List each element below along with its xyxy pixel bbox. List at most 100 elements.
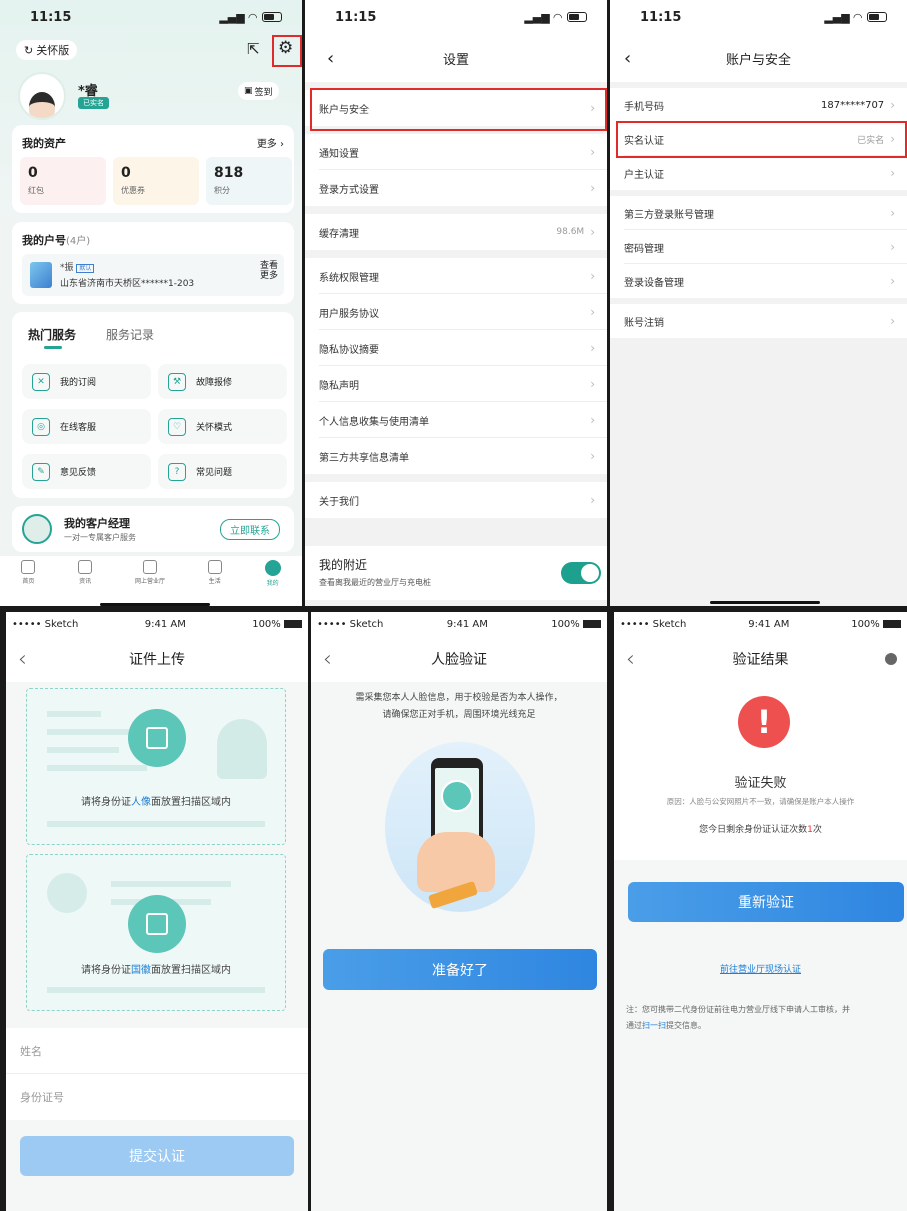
result-reason: 原因：人脸与公安网照片不一致，请确保是账户本人操作 <box>666 797 855 806</box>
ios-status-bar: ••••• Sketch 9:41 AM 100% <box>311 612 607 636</box>
battery-icon <box>262 12 282 22</box>
status-bar: 11:15 ▂▄▆ ◠ <box>305 0 607 34</box>
chevron-right-icon: › <box>590 449 595 463</box>
settings-row[interactable]: 用户服务协议 › <box>305 294 607 330</box>
retry-verify-button[interactable]: 重新验证 <box>628 882 904 922</box>
service-item[interactable]: ✎ 意见反馈 <box>22 454 151 489</box>
settings-row[interactable]: 第三方共享信息清单 › <box>305 438 607 474</box>
contact-now-button[interactable]: 立即联系 <box>220 519 280 540</box>
scan-emblem-icon <box>128 895 186 953</box>
settings-row[interactable]: 登录方式设置 › <box>305 170 607 206</box>
chevron-right-icon: › <box>590 269 595 283</box>
settings-row[interactable]: 关于我们 › <box>305 482 607 518</box>
settings-row-label: 隐私协议摘要 <box>319 344 379 356</box>
back-icon[interactable]: ‹ <box>327 48 334 69</box>
result-status: 验证失败 <box>734 776 787 791</box>
info-icon[interactable] <box>885 653 897 665</box>
assets-card: 我的资产 更多 › 0 红包 0 优惠券 818 积分 <box>12 125 294 213</box>
subscribe-icon: ✕ <box>32 372 50 391</box>
chevron-right-icon: › <box>890 274 895 288</box>
remaining-attempts: 您今日剩余身份证认证次数1次 <box>699 825 822 835</box>
care-mode-toggle[interactable]: ↻ 关怀版 <box>16 40 78 60</box>
tab-item[interactable]: 资讯 <box>78 560 93 585</box>
account-title: 我的户号(4户) <box>22 234 91 247</box>
id-back-scan-area[interactable]: 请将身份证国徽面放置扫描区域内 <box>26 854 286 1011</box>
settings-row[interactable]: 第三方登录账号管理 › <box>610 196 907 230</box>
id-number-input[interactable]: 身份证号 <box>6 1074 308 1120</box>
back-icon[interactable]: ‹ <box>18 647 27 672</box>
building-icon <box>30 262 52 288</box>
mine-icon <box>264 560 281 576</box>
back-icon[interactable]: ‹ <box>626 647 635 672</box>
tab-label: 生活 <box>208 578 221 585</box>
nearby-toggle[interactable] <box>561 562 601 584</box>
settings-row[interactable]: 系统权限管理 › <box>305 258 607 294</box>
tab-item[interactable]: 生活 <box>207 560 222 585</box>
tab-label: 首页 <box>22 578 35 585</box>
tab-hot-services[interactable]: 热门服务 <box>28 326 76 343</box>
assets-title: 我的资产 <box>22 137 66 150</box>
asset-tile[interactable]: 818 积分 <box>206 157 292 205</box>
settings-row[interactable]: 密码管理 › <box>610 230 907 264</box>
settings-row[interactable]: 隐私声明 › <box>305 366 607 402</box>
footnote: 注：您可携带二代身份证前往电力营业厅线下申请人工审核，并 通过扫一扫提交信息。 <box>626 1005 850 1030</box>
submit-verification-button[interactable]: 提交认证 <box>20 1136 294 1176</box>
service-item[interactable]: ⚒ 故障报修 <box>158 364 287 399</box>
service-label: 我的订阅 <box>60 378 97 388</box>
front-instruction: 请将身份证人像面放置扫描区域内 <box>81 797 231 808</box>
status-bar: 11:15 ▂▄▆ ◠ <box>0 0 302 34</box>
settings-row[interactable]: 个人信息收集与使用清单 › <box>305 402 607 438</box>
settings-row[interactable]: 通知设置 › <box>305 134 607 170</box>
chevron-right-icon: › <box>590 413 595 427</box>
assets-more-link[interactable]: 更多 › <box>257 135 284 150</box>
settings-row-label: 登录设备管理 <box>624 277 684 289</box>
manager-avatar <box>22 514 52 544</box>
back-icon[interactable]: ‹ <box>624 48 631 69</box>
hand-icon <box>417 832 495 892</box>
home-icon <box>21 560 36 574</box>
tab-item[interactable]: 网上营业厅 <box>135 560 165 585</box>
settings-row[interactable]: 缓存清理 98.6M › <box>305 214 607 250</box>
settings-row-label: 关于我们 <box>319 496 359 508</box>
service-label: 常见问题 <box>196 468 233 478</box>
account-item[interactable]: *振 默认 山东省济南市天桥区******1-203 查看 更多 <box>22 254 284 296</box>
id-front-scan-area[interactable]: 请将身份证人像面放置扫描区域内 <box>26 688 286 845</box>
tab-label: 我的 <box>266 580 279 587</box>
tab-underline <box>44 346 62 349</box>
hall-verify-link[interactable]: 前往营业厅现场认证 <box>614 962 907 975</box>
settings-row-label: 第三方共享信息清单 <box>319 452 409 464</box>
settings-row-label: 隐私声明 <box>319 380 359 392</box>
chevron-right-icon: › <box>890 98 895 112</box>
settings-row[interactable]: 登录设备管理 › <box>610 264 907 298</box>
chevron-right-icon: › <box>890 206 895 220</box>
checkin-button[interactable]: ▣ 签到 <box>238 82 279 100</box>
avatar[interactable] <box>18 72 66 120</box>
settings-row[interactable]: 隐私协议摘要 › <box>305 330 607 366</box>
settings-row[interactable]: 账号注销 › <box>610 304 907 338</box>
asset-label: 红包 <box>28 186 44 195</box>
asset-value: 0 <box>28 165 38 181</box>
account-address: 山东省济南市天桥区******1-203 <box>60 279 195 289</box>
view-more-button[interactable]: 查看 更多 <box>260 261 278 282</box>
tab-service-records[interactable]: 服务记录 <box>106 326 154 343</box>
ready-button[interactable]: 准备好了 <box>323 949 597 990</box>
name-input[interactable]: 姓名 <box>6 1028 308 1074</box>
asset-label: 优惠券 <box>121 186 145 195</box>
service-item[interactable]: ✕ 我的订阅 <box>22 364 151 399</box>
asset-tile[interactable]: 0 红包 <box>20 157 106 205</box>
asset-tile[interactable]: 0 优惠券 <box>113 157 199 205</box>
tab-item[interactable]: 我的 <box>264 560 281 587</box>
ios-status-bar: ••••• Sketch 9:41 AM 100% <box>614 612 907 636</box>
battery-icon <box>567 12 587 22</box>
service-item[interactable]: ? 常见问题 <box>158 454 287 489</box>
scan-link[interactable]: 扫一扫 <box>642 1021 666 1030</box>
back-icon[interactable]: ‹ <box>323 647 332 672</box>
screenshot-canvas: 11:15 ▂▄▆ ◠ ↻ 关怀版 ⇱ ⚙ *睿 已实名 ▣ 签到 我的资产 更多 … <box>0 0 907 1211</box>
service-item[interactable]: ♡ 关怀模式 <box>158 409 287 444</box>
share-icon[interactable]: ⇱ <box>247 40 260 58</box>
service-item[interactable]: ◎ 在线客服 <box>22 409 151 444</box>
asset-label: 积分 <box>214 186 230 195</box>
settings-row[interactable]: 手机号码 187*****707 › <box>610 88 907 122</box>
settings-row[interactable]: 户主认证 › <box>610 156 907 190</box>
tab-item[interactable]: 首页 <box>21 560 36 585</box>
